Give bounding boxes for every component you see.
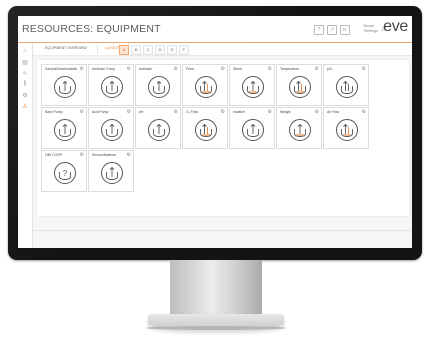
equipment-card-title: Acid Pump	[92, 110, 109, 114]
library-icon[interactable]: ⫼	[21, 80, 29, 88]
equipment-card[interactable]: Feed ⚙	[182, 64, 228, 106]
equipment-card[interactable]: Antifoam Pump ⚙	[88, 64, 134, 106]
equipment-card[interactable]: Temperature ⚙	[276, 64, 322, 106]
tab-equipment-overview[interactable]: EQUIPMENT OVERVIEW	[45, 46, 87, 50]
settings-icon[interactable]: ⚙	[174, 66, 178, 72]
help-icon[interactable]: ?	[314, 25, 324, 35]
svg-text:?: ?	[63, 169, 68, 178]
equipment-card-title: Offs CO2/P	[45, 153, 63, 157]
settings-icon[interactable]: ⚙	[315, 109, 319, 115]
equipment-card[interactable]: Antifoam ⚙	[135, 64, 181, 106]
user-role: Settings	[363, 28, 378, 33]
page-title: RESOURCES: EQUIPMENT	[22, 23, 161, 35]
equipment-card[interactable]: O₂ Flow ⚙	[182, 107, 228, 149]
settings-icon[interactable]: ⚙	[315, 66, 319, 72]
vessel-icon	[288, 75, 312, 99]
equipment-card[interactable]: Offs CO2/P ⚙?	[41, 150, 87, 192]
settings-icon[interactable]: ⚙	[221, 109, 225, 115]
equipment-card-title: Base Pump	[45, 110, 63, 114]
vessel-icon	[147, 75, 171, 99]
monitor-frame: RESOURCES: EQUIPMENT ? ↗ ⊳ Name Settings…	[8, 6, 422, 260]
subnav: EQUIPMENT OVERVIEW LAYOUT: ABCDEF	[33, 43, 412, 56]
layout-option-f[interactable]: F	[179, 45, 189, 55]
vessel-icon	[53, 118, 77, 142]
settings-icon[interactable]: ⚙	[221, 66, 225, 72]
equipment-card-title: Feed	[186, 67, 194, 71]
gear-icon[interactable]: ⚙	[21, 91, 29, 99]
settings-icon[interactable]: ⚙	[362, 109, 366, 115]
equipment-card[interactable]: pH ⚙	[135, 107, 181, 149]
equipment-card-title: Sample/Dewheatable	[45, 67, 78, 71]
vessel-icon	[194, 75, 218, 99]
equipment-card-title: Temperature	[280, 67, 300, 71]
settings-icon[interactable]: ⚙	[127, 66, 131, 72]
layout-option-b[interactable]: B	[131, 45, 141, 55]
monitor-base-edge	[146, 326, 286, 330]
header-icons: ? ↗ ⊳	[314, 25, 350, 35]
equipment-card-title: pO₂	[327, 67, 333, 71]
equipment-card[interactable]: Base Pump ⚙	[41, 107, 87, 149]
home-icon[interactable]: ⌂	[21, 47, 29, 55]
settings-icon[interactable]: ⚙	[80, 152, 84, 158]
layout-option-a[interactable]: A	[119, 45, 129, 55]
equipment-card-title: Inactive	[233, 110, 245, 114]
equipment-card[interactable]: Stirrer ⚙	[229, 64, 275, 106]
equipment-card-title: pH	[139, 110, 144, 114]
layout-option-d[interactable]: D	[155, 45, 165, 55]
equipment-card-title: Sensor/Balance	[92, 153, 116, 157]
equipment-card-title: Weight	[280, 110, 291, 114]
vessel-icon	[335, 75, 359, 99]
equipment-card[interactable]: Sample/Dewheatable ⚙	[41, 64, 87, 106]
document-icon[interactable]: ▤	[21, 58, 29, 66]
settings-icon[interactable]: ⚙	[174, 109, 178, 115]
monitor-stand	[170, 260, 262, 316]
equipment-card-title: Stirrer	[233, 67, 243, 71]
logo: eve	[383, 18, 408, 35]
vessel-icon	[194, 118, 218, 142]
settings-icon[interactable]: ⚙	[127, 152, 131, 158]
footer-divider	[33, 230, 412, 231]
vessel-icon	[335, 118, 359, 142]
equipment-grid: Sample/Dewheatable ⚙ Antifoam Pump ⚙ Antifoa…	[36, 59, 410, 217]
layout-label: LAYOUT:	[105, 46, 120, 50]
vessel-icon	[241, 118, 265, 142]
equipment-card[interactable]: Inactive ⚙	[229, 107, 275, 149]
settings-icon[interactable]: ⚙	[80, 66, 84, 72]
equipment-card[interactable]: pO₂ ⚙	[323, 64, 369, 106]
main-content: Sample/Dewheatable ⚙ Antifoam Pump ⚙ Antifoa…	[33, 56, 412, 248]
subnav-divider	[97, 45, 98, 53]
vessel-icon	[100, 118, 124, 142]
equipment-card[interactable]: Air Flow ⚙	[323, 107, 369, 149]
vessel-icon	[100, 161, 124, 185]
settings-icon[interactable]: ⚙	[127, 109, 131, 115]
vessel-icon	[288, 118, 312, 142]
expand-icon[interactable]: ↗	[327, 25, 337, 35]
equipment-card[interactable]: Acid Pump ⚙	[88, 107, 134, 149]
equipment-card-title: Antifoam Pump	[92, 67, 116, 71]
equipment-card-title: O₂ Flow	[186, 110, 199, 114]
layout-option-e[interactable]: E	[167, 45, 177, 55]
vessel-icon	[241, 75, 265, 99]
layout-option-c[interactable]: C	[143, 45, 153, 55]
layout-options: ABCDEF	[119, 45, 189, 55]
chart-icon[interactable]: ∿	[21, 69, 29, 77]
equipment-card-title: Air Flow	[327, 110, 340, 114]
unknown-device-icon: ?	[53, 161, 77, 185]
settings-icon[interactable]: ⚙	[362, 66, 366, 72]
equipment-card[interactable]: Weight ⚙	[276, 107, 322, 149]
equipment-card-title: Antifoam	[139, 67, 153, 71]
screen: RESOURCES: EQUIPMENT ? ↗ ⊳ Name Settings…	[18, 16, 412, 248]
user-block[interactable]: Name Settings	[364, 23, 378, 33]
equipment-card[interactable]: Sensor/Balance ⚙	[88, 150, 134, 192]
settings-icon[interactable]: ⚙	[268, 109, 272, 115]
equipment-icon[interactable]: ♙	[21, 102, 29, 110]
vessel-icon	[147, 118, 171, 142]
settings-icon[interactable]: ⚙	[80, 109, 84, 115]
sidebar: ⌂ ▤ ∿ ⫼ ⚙ ♙	[18, 43, 33, 248]
vessel-icon	[100, 75, 124, 99]
vessel-icon	[53, 75, 77, 99]
logout-icon[interactable]: ⊳	[340, 25, 350, 35]
app-header: RESOURCES: EQUIPMENT ? ↗ ⊳ Name Settings…	[18, 16, 412, 43]
settings-icon[interactable]: ⚙	[268, 66, 272, 72]
